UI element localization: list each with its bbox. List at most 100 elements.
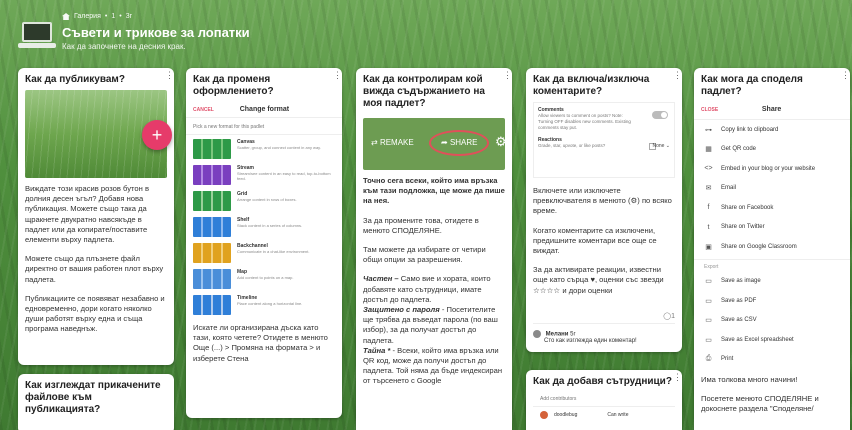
post-card-change-layout[interactable]: Как да променя оформлението? ⋮ CANCEL Ch… <box>186 68 342 418</box>
menu-item-excel[interactable]: ▭ Save as Excel spreadsheet <box>694 330 850 350</box>
grid-thumbnail-icon <box>193 191 231 211</box>
menu-item-label: Share on Twitter <box>721 224 765 231</box>
permission-option-private: Частен – Само вие и хората, които добавя… <box>363 274 491 304</box>
menu-item-label: Get QR code <box>721 146 757 153</box>
pdf-icon: ▭ <box>705 297 712 305</box>
format-option-timeline[interactable]: Timeline Place content along a horizontal… <box>186 291 342 317</box>
post-menu-icon[interactable]: ⋮ <box>503 71 512 83</box>
menu-item-label: Copy link to clipboard <box>721 126 779 133</box>
comment-time: 5г <box>570 331 576 338</box>
stream-thumbnail-icon <box>193 165 231 185</box>
menu-item-label: Save as CSV <box>721 317 757 324</box>
format-option-backchannel[interactable]: Backchannel Communicate in a chat-like en… <box>186 239 342 265</box>
post-paragraph: Виждате този красив розов бутон в долния… <box>25 184 149 245</box>
export-options-list: ▭ Save as image ▭ Save as PDF ▭ Save as CSV ▭ S… <box>694 272 850 370</box>
format-description: Communicate in a chat-like environment. <box>237 249 310 254</box>
format-option-grid[interactable]: Grid Arrange content in rows of boxes. <box>186 187 342 213</box>
page-subtitle: Как да започнете на десния крак. <box>62 42 186 51</box>
post-title: Как мога да споделя падлет? <box>701 74 803 97</box>
add-post-button[interactable]: + <box>142 120 172 150</box>
format-option-stream[interactable]: Stream Stream/see content in an easy to r… <box>186 161 342 187</box>
format-option-map[interactable]: Map Add content to points on a map. <box>186 265 342 291</box>
menu-item-email[interactable]: ✉ Email <box>694 179 850 199</box>
embed-icon: <> <box>704 165 713 173</box>
canvas-thumbnail-icon <box>193 139 231 159</box>
board-header: Галерия • 1 • 3г Съвети и трикове за лоп… <box>0 0 852 62</box>
post-menu-icon[interactable]: ⋮ <box>841 71 850 83</box>
cancel-button[interactable]: CANCEL <box>193 107 214 113</box>
post-card-comments[interactable]: Как да включа/изключа коментарите? ⋮ Com… <box>526 68 682 352</box>
image-icon: ▭ <box>705 278 712 286</box>
page-title: Съвети и трикове за лопатки <box>62 25 250 40</box>
breadcrumb-time: 3г <box>125 13 133 20</box>
reactions-select[interactable]: None ⌄ <box>652 143 670 149</box>
remake-button[interactable]: ⇄ REMAKE <box>371 138 414 147</box>
menu-item-label: Embed in your blog or your website <box>721 165 816 172</box>
menu-item-csv[interactable]: ▭ Save as CSV <box>694 311 850 331</box>
google-classroom-icon: ▣ <box>705 243 712 251</box>
post-card-share-padlet[interactable]: Как мога да споделя падлет? ⋮ CLOSE Shar… <box>694 68 850 430</box>
share-panel-header: CLOSE Share <box>694 102 850 120</box>
format-option-shelf[interactable]: Shelf Stack content in a series of column… <box>186 213 342 239</box>
post-title: Как да променя оформлението? <box>193 74 274 97</box>
comment-count: ◯1 <box>663 313 675 320</box>
post-paragraph: Искате ли организирана дъска като тази, … <box>193 323 328 363</box>
menu-item-qr-code[interactable]: ▦ Get QR code <box>694 140 850 160</box>
add-contributors-label: Add contributors <box>533 392 675 407</box>
post-title: Как да добавя сътрудници? <box>533 376 672 387</box>
comment-item[interactable]: ◯1 Мелани 5г Сто как изглежда един комен… <box>533 313 675 344</box>
format-panel-header: CANCEL Change format <box>186 102 342 118</box>
commenter-name: Мелани <box>545 331 569 338</box>
avatar <box>540 411 548 419</box>
post-menu-icon[interactable]: ⋮ <box>165 71 174 83</box>
post-paragraph: Можете също да плъзнете файл директно от… <box>25 254 164 284</box>
post-title: Как да включа/изключа коментарите? <box>533 74 650 97</box>
post-menu-icon[interactable]: ⋮ <box>673 373 682 385</box>
gear-icon[interactable]: ⚙ <box>495 134 507 150</box>
format-list: Canvas Scatter, group, and connect conten… <box>186 135 342 317</box>
post-paragraph: За да активирате реакции, известни още к… <box>533 265 664 295</box>
post-card-control-access[interactable]: Как да контролирам кой вижда съдържаниет… <box>356 68 512 430</box>
post-menu-icon[interactable]: ⋮ <box>673 71 682 83</box>
format-pick-label: Pick a new format for this padlet <box>186 120 342 135</box>
comment-text: Сто как изглежда един коментар! <box>544 338 637 344</box>
close-button[interactable]: CLOSE <box>701 107 718 113</box>
comment-settings-screenshot: Comments Allow viewers to comment on pos… <box>533 102 675 178</box>
home-icon <box>62 13 70 20</box>
menu-item-facebook[interactable]: f Share on Facebook <box>694 198 850 218</box>
menu-item-link[interactable]: ⊶ Copy link to clipboard <box>694 120 850 140</box>
board-logo-icon <box>18 22 56 50</box>
menu-item-twitter[interactable]: t Share on Twitter <box>694 218 850 238</box>
separator-icon: • <box>104 13 108 20</box>
menu-item-label: Save as Excel spreadsheet <box>721 336 794 343</box>
menu-item-embed[interactable]: <> Embed in your blog or your website <box>694 159 850 179</box>
collaborator-role[interactable]: Can write <box>607 412 628 418</box>
post-card-add-collaborators[interactable]: Как да добавя сътрудници? ⋮ Add contribu… <box>526 370 682 430</box>
comments-toggle[interactable] <box>652 111 668 119</box>
link-icon: ⊶ <box>705 126 712 134</box>
breadcrumb-gallery[interactable]: Галерия <box>74 13 101 20</box>
collaborator-row[interactable]: doodlebug Can write <box>526 407 682 423</box>
shelf-thumbnail-icon <box>193 217 231 237</box>
post-menu-icon[interactable]: ⋮ <box>333 71 342 83</box>
post-card-attachments[interactable]: Как изглеждат прикачените файлове към пу… <box>18 374 174 430</box>
collaborator-name: doodlebug <box>554 412 578 418</box>
permission-option-password: Защитено с пароля - Посетителите ще тряб… <box>363 305 498 345</box>
menu-item-label: Share on Google Classroom <box>721 243 797 250</box>
menu-item-google-classroom[interactable]: ▣ Share on Google Classroom <box>694 237 850 257</box>
share-options-list: ⊶ Copy link to clipboard ▦ Get QR code <> Emb… <box>694 120 850 257</box>
menu-item-label: Save as image <box>721 278 761 285</box>
menu-item-pdf[interactable]: ▭ Save as PDF <box>694 291 850 311</box>
post-card-how-to-post[interactable]: Как да публикувам? ⋮ + Виждате този крас… <box>18 68 174 365</box>
menu-item-print[interactable]: ⎙ Print <box>694 350 850 370</box>
post-paragraph: Има толкова много начини! <box>701 375 798 384</box>
post-paragraph: Когато коментарите са изключени, предишн… <box>533 225 657 256</box>
menu-item-image[interactable]: ▭ Save as image <box>694 272 850 292</box>
backchannel-thumbnail-icon <box>193 243 231 263</box>
format-description: Add content to points on a map. <box>237 275 294 280</box>
timeline-thumbnail-icon <box>193 295 231 315</box>
facebook-icon: f <box>707 204 710 212</box>
qr-code-icon: ▦ <box>705 146 712 154</box>
menu-item-label: Save as PDF <box>721 297 757 304</box>
format-option-canvas[interactable]: Canvas Scatter, group, and connect conten… <box>186 135 342 161</box>
